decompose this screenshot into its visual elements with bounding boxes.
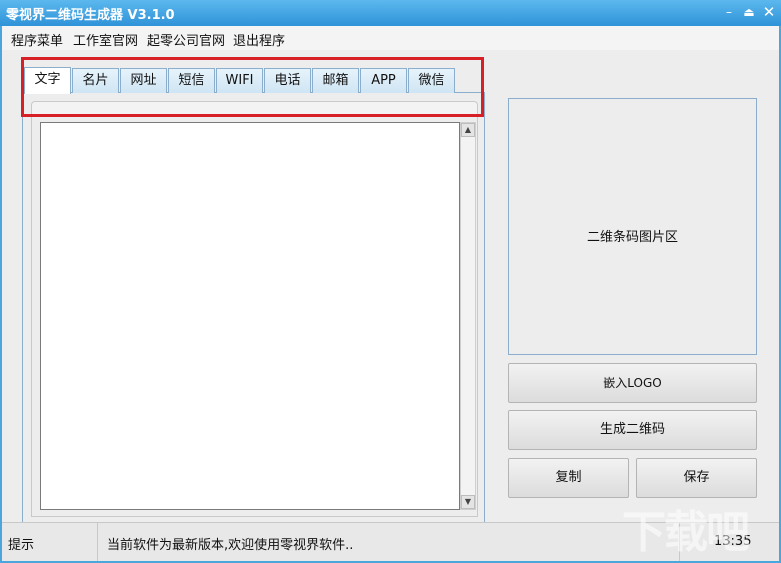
qr-image-area: 二维条码图片区: [508, 98, 757, 355]
input-panel: ▲ ▼: [22, 92, 485, 524]
menu-item-studio-site[interactable]: 工作室官网: [73, 30, 138, 49]
status-message: 当前软件为最新版本,欢迎使用零视界软件..: [107, 538, 354, 553]
menu-item-exit[interactable]: 退出程序: [233, 30, 285, 49]
status-hint-cell: 提示: [2, 523, 98, 561]
menu-item-company-site[interactable]: 起零公司官网: [147, 30, 225, 49]
qr-area-label: 二维条码图片区: [586, 230, 678, 245]
close-icon[interactable]: ✕: [761, 4, 777, 20]
text-content-input[interactable]: [40, 122, 460, 510]
save-button[interactable]: 保存: [636, 458, 757, 498]
textarea-frame: ▲ ▼: [31, 115, 478, 517]
scroll-down-icon[interactable]: ▼: [461, 495, 475, 509]
title-bar: 零视界二维码生成器 V3.1.0 – ⏏ ✕: [0, 0, 781, 26]
scroll-up-icon[interactable]: ▲: [461, 123, 475, 137]
vertical-scrollbar[interactable]: ▲ ▼: [460, 122, 476, 510]
client-area: 程序菜单 工作室官网 起零公司官网 退出程序 ▲ ▼ 文字 名片 网址 短信 W…: [2, 26, 779, 561]
embed-logo-button[interactable]: 嵌入LOGO: [508, 363, 757, 403]
window-title: 零视界二维码生成器 V3.1.0: [6, 8, 175, 23]
minimize-icon[interactable]: –: [721, 4, 737, 20]
watermark-logo: 下载吧: [622, 507, 750, 558]
generate-qr-button[interactable]: 生成二维码: [508, 410, 757, 450]
tab-highlight-box: [21, 57, 484, 117]
maximize-icon[interactable]: ⏏: [741, 4, 757, 20]
status-hint-label: 提示: [8, 538, 35, 553]
status-message-cell: 当前软件为最新版本,欢迎使用零视界软件..: [99, 523, 680, 561]
menu-item-program[interactable]: 程序菜单: [11, 30, 63, 49]
menu-bar: 程序菜单 工作室官网 起零公司官网 退出程序: [2, 26, 779, 50]
copy-button[interactable]: 复制: [508, 458, 629, 498]
